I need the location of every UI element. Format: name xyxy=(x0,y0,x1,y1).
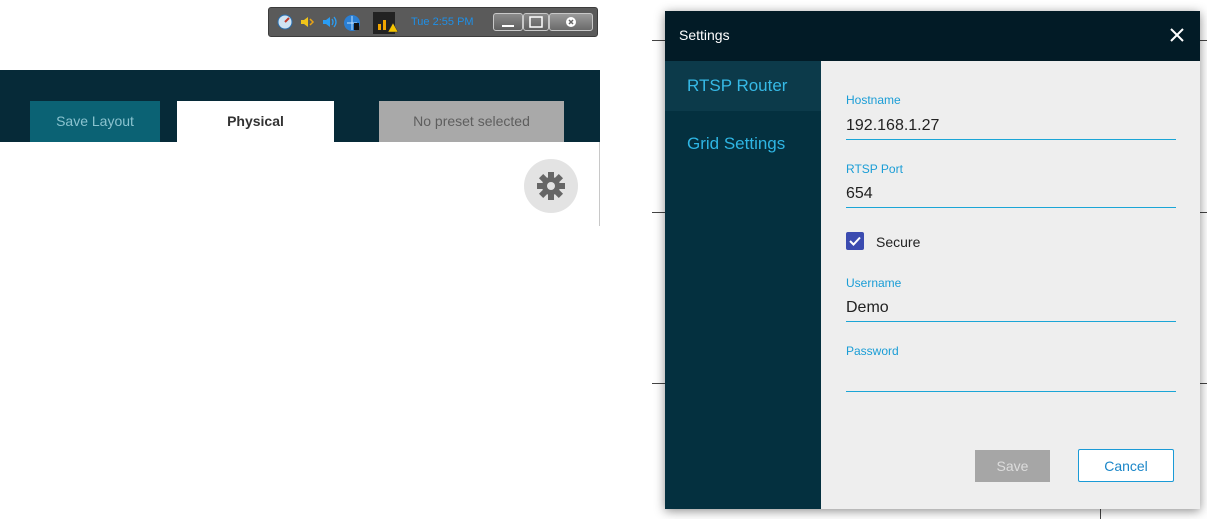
preset-selector[interactable]: No preset selected xyxy=(379,101,564,142)
secure-label: Secure xyxy=(876,234,921,250)
speaker-icon[interactable] xyxy=(321,14,337,35)
save-button[interactable]: Save xyxy=(975,450,1050,482)
system-tray: Tue 2:55 PM xyxy=(268,7,598,37)
signal-warning-icon[interactable] xyxy=(373,12,399,39)
close-window-button[interactable] xyxy=(549,13,593,31)
dialog-sidebar: RTSP Router Grid Settings xyxy=(665,61,821,509)
save-layout-button[interactable]: Save Layout xyxy=(30,101,160,142)
username-field[interactable] xyxy=(846,295,1176,322)
hostname-label: Hostname xyxy=(846,93,901,107)
minimize-button[interactable] xyxy=(493,13,523,31)
password-field[interactable] xyxy=(846,365,1176,392)
settings-dialog: Settings RTSP Router Grid Settings Hostn… xyxy=(665,11,1200,509)
cancel-button[interactable]: Cancel xyxy=(1078,449,1174,482)
checkmark-icon xyxy=(849,236,861,246)
content-divider xyxy=(599,142,600,226)
network-icon[interactable] xyxy=(343,14,361,37)
close-icon[interactable] xyxy=(1166,24,1188,46)
speedometer-icon[interactable] xyxy=(277,14,293,35)
rtsp-port-label: RTSP Port xyxy=(846,162,903,176)
maximize-button[interactable] xyxy=(523,13,549,31)
gear-icon xyxy=(537,172,565,200)
username-label: Username xyxy=(846,276,902,290)
hostname-field[interactable] xyxy=(846,113,1176,140)
sidebar-item-grid-settings[interactable]: Grid Settings xyxy=(665,119,821,169)
password-label: Password xyxy=(846,344,899,358)
settings-button[interactable] xyxy=(524,159,578,213)
tray-clock[interactable]: Tue 2:55 PM xyxy=(411,16,474,28)
rtsp-port-field[interactable] xyxy=(846,181,1176,208)
secure-checkbox[interactable] xyxy=(846,232,864,250)
volume-icon[interactable] xyxy=(299,14,315,35)
dialog-header: Settings xyxy=(665,11,1200,61)
tab-physical[interactable]: Physical xyxy=(177,101,334,142)
dialog-title: Settings xyxy=(679,27,730,43)
sidebar-item-rtsp-router[interactable]: RTSP Router xyxy=(665,61,821,111)
